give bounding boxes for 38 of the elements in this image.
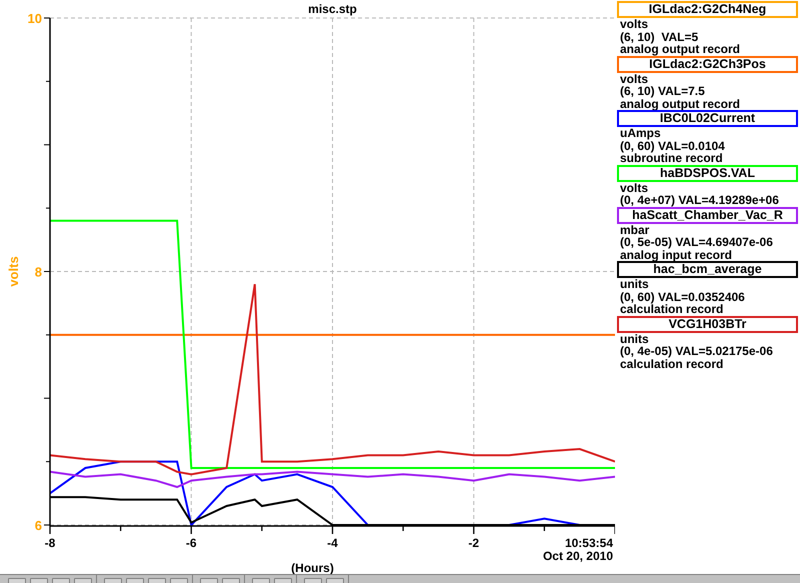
signal-name-box[interactable]: VCG1H03BTr [617, 316, 798, 332]
signal-name-box[interactable]: hac_bcm_average [617, 261, 798, 278]
range-value-label: (0, 60) VAL=0.0352406 [619, 290, 746, 303]
range-value-label: (6, 10) VAL=5 [619, 30, 700, 43]
record-type-label: analog output record [619, 43, 741, 56]
record-type-label: calculation record [619, 358, 724, 370]
y-axis-label: volts [6, 256, 21, 287]
record-type-label: calculation record [619, 303, 724, 316]
x-tick-label: -4 [327, 536, 338, 550]
units-label: volts [619, 18, 650, 30]
date-label: Oct 20, 2010 [542, 549, 613, 563]
y-tick-label: 6 [34, 518, 42, 533]
signal-name-box[interactable]: haBDSPOS.VAL [617, 164, 798, 182]
signal-name-box[interactable]: IBC0L02Current [617, 110, 798, 127]
time-label: 10:53:54 [564, 536, 613, 550]
record-type-label: analog input record [619, 248, 734, 261]
signal-name-box[interactable]: IGLdac2:G2Ch4Neg [617, 1, 798, 18]
plot-title: misc.stp [308, 2, 357, 16]
y-tick-label: 8 [34, 264, 42, 280]
x-tick-label: -2 [468, 536, 480, 550]
range-value-label: (0, 4e-05) VAL=5.02175e-06 [619, 345, 774, 358]
units-label: mbar [619, 224, 650, 236]
units-label: units [619, 278, 650, 290]
units-label: units [619, 332, 650, 345]
range-value-label: (0, 60) VAL=0.0104 [619, 140, 726, 152]
signal-name-box[interactable]: IGLdac2:G2Ch3Pos [617, 56, 798, 72]
range-value-label: (0, 4e+07) VAL=4.19289e+06 [619, 194, 780, 206]
range-value-label: (6, 10) VAL=7.5 [619, 85, 706, 98]
units-label: uAmps [619, 127, 662, 140]
units-label: volts [619, 182, 650, 194]
range-value-label: (0, 5e-05) VAL=4.69407e-06 [619, 236, 774, 248]
x-tick-label: -6 [186, 536, 197, 550]
signal-name-box[interactable]: haScatt_Chamber_Vac_R [617, 206, 798, 224]
record-type-label: analog output record [619, 98, 741, 110]
x-tick-label: -8 [44, 536, 56, 550]
record-type-label: subroutine record [619, 152, 724, 164]
y-tick-label: 10 [28, 11, 42, 26]
units-label: volts [619, 72, 650, 85]
